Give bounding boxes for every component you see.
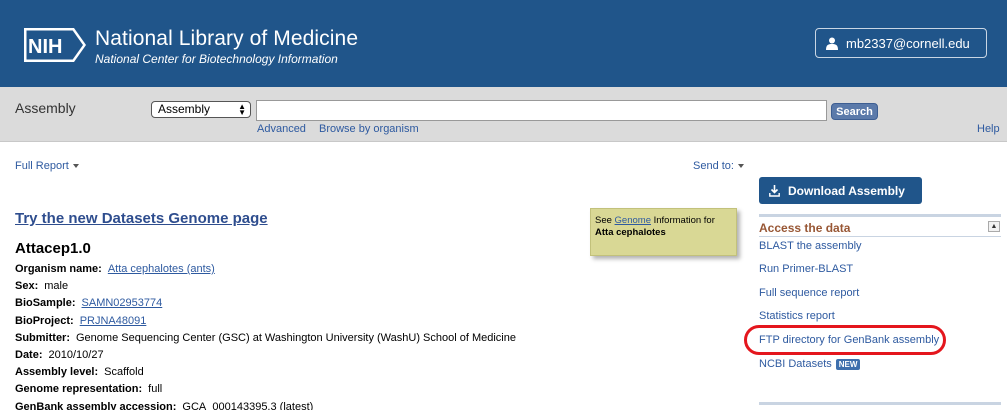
download-assembly-button[interactable]: Download Assembly [759,177,922,204]
sex-row: Sex: male [15,278,516,295]
submitter-label: Submitter: [15,331,70,344]
send-to-menu[interactable]: Send to: [693,160,744,172]
assembly-metadata: Organism name: Atta cephalotes (ants) Sex… [15,261,516,410]
new-badge: NEW [835,358,861,370]
sex-value: male [44,280,69,293]
organism-row: Organism name: Atta cephalotes (ants) [15,261,516,278]
biosample-row: BioSample: SAMN02953774 [15,295,516,312]
search-input[interactable] [256,100,827,121]
genome-representation-value: full [148,383,163,396]
bioproject-label: BioProject: [15,314,74,327]
ncbi-datasets-link[interactable]: NCBI Datasets [759,358,832,370]
statistics-report-link[interactable]: Statistics report [759,310,835,322]
bioproject-link[interactable]: PRJNA48091 [80,315,147,327]
organism-label: Organism name: [15,263,102,275]
genome-link[interactable]: Genome [615,215,651,226]
date-row: Date: 2010/10/27 [15,347,516,364]
genbank-accession-label: GenBank assembly accession: [15,400,177,410]
collapse-icon[interactable]: ▲ [988,221,1000,232]
advanced-search-link[interactable]: Advanced [257,123,306,135]
user-icon [826,37,838,50]
bioproject-row: BioProject: PRJNA48091 [15,313,516,330]
sidebar-bottom-divider [759,402,1001,405]
full-sequence-report-link[interactable]: Full sequence report [759,287,859,299]
download-assembly-label: Download Assembly [788,183,905,198]
search-bar: Assembly Assembly ▲ ▼ Search Advanced Bro… [0,87,1007,142]
date-label: Date: [15,349,43,362]
sex-label: Sex: [15,280,39,293]
caret-down-icon [72,164,79,169]
genbank-accession-row: GenBank assembly accession: GCA_000143395… [15,399,516,410]
assembly-title: Attacep1.0 [15,240,91,257]
run-primer-blast-link[interactable]: Run Primer-BLAST [759,263,853,275]
blast-assembly-link[interactable]: BLAST the assembly [759,240,862,252]
ncbi-datasets-item: NCBI Datasets NEW [759,358,861,370]
select-arrows-icon: ▲ ▼ [238,101,246,117]
genbank-accession-value: GCA_000143395.3 (latest) [182,400,314,410]
sidebar-divider [759,214,1001,217]
database-label: Assembly [15,100,76,116]
user-account-button[interactable]: mb2337@cornell.edu [815,28,987,58]
biosample-link[interactable]: SAMN02953774 [82,297,163,309]
help-link[interactable]: Help [977,123,1000,135]
submitter-row: Submitter: Genome Sequencing Center (GSC)… [15,330,516,347]
search-button[interactable]: Search [831,103,878,120]
organism-link[interactable]: Atta cephalotes (ants) [108,263,215,275]
submitter-value: Genome Sequencing Center (GSC) at Washin… [76,331,516,344]
database-select[interactable]: Assembly ▲ ▼ [151,101,251,118]
nih-logo-text: NIH [28,36,62,58]
access-data-divider [759,236,1001,237]
download-icon [769,184,780,197]
site-header: NIH National Library of Medicine Nationa… [0,0,1007,87]
send-to-label: Send to: [693,160,734,172]
browse-by-organism-link[interactable]: Browse by organism [319,123,419,135]
genome-representation-row: Genome representation: full [15,381,516,398]
assembly-level-value: Scaffold [104,366,144,379]
highlight-annotation-circle [744,325,946,355]
caret-down-icon [737,164,744,169]
site-subtitle: National Center for Biotechnology Inform… [95,52,338,66]
database-select-value: Assembly [158,102,211,116]
genome-representation-label: Genome representation: [15,383,143,396]
genome-box-suffix: Information for [653,215,715,226]
datasets-genome-link[interactable]: Try the new Datasets Genome page [15,210,268,227]
access-data-title: Access the data [759,221,851,235]
assembly-level-label: Assembly level: [15,366,99,379]
genome-info-box: See Genome Information for Atta cephalot… [590,208,737,256]
full-report-menu[interactable]: Full Report [15,160,79,172]
genome-box-prefix: See [595,215,612,226]
biosample-label: BioSample: [15,297,76,310]
user-email: mb2337@cornell.edu [846,35,970,51]
nih-logo[interactable]: NIH [22,26,88,64]
full-report-label: Full Report [15,160,69,172]
date-value: 2010/10/27 [48,349,104,362]
site-title[interactable]: National Library of Medicine [95,27,358,51]
assembly-level-row: Assembly level: Scaffold [15,364,516,381]
genome-box-organism: Atta cephalotes [595,227,666,238]
